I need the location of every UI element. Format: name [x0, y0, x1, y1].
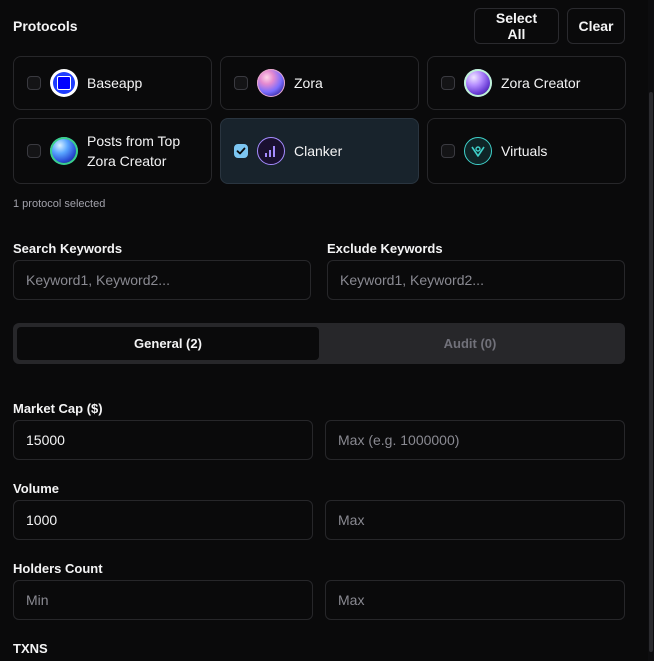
checkbox[interactable]	[27, 144, 41, 158]
protocol-card-zora[interactable]: Zora	[220, 56, 419, 110]
select-all-button[interactable]: Select All	[474, 8, 559, 44]
search-keywords-label: Search Keywords	[13, 241, 123, 256]
market-cap-label: Market Cap ($)	[13, 401, 103, 416]
protocol-label: Zora Creator	[501, 75, 581, 91]
protocol-label-line1: Posts from Top	[87, 133, 181, 149]
holders-count-label: Holders Count	[13, 561, 103, 576]
protocol-label: Clanker	[294, 143, 343, 159]
check-icon	[236, 147, 246, 155]
volume-min-input[interactable]	[13, 500, 313, 540]
exclude-keywords-input[interactable]	[327, 260, 625, 300]
protocols-title: Protocols	[13, 18, 78, 34]
protocol-label: Posts from Top Zora Creator	[87, 131, 180, 171]
header-actions: Select All Clear	[474, 8, 625, 44]
checkbox[interactable]	[27, 76, 41, 90]
posts-logo-icon	[50, 137, 78, 165]
checkbox[interactable]	[441, 144, 455, 158]
protocol-label-line2: Zora Creator	[87, 153, 167, 169]
clear-button[interactable]: Clear	[567, 8, 625, 44]
protocol-card-virtuals[interactable]: Virtuals	[427, 118, 626, 184]
checkbox[interactable]	[441, 76, 455, 90]
protocols-header: Protocols Select All Clear	[13, 8, 625, 44]
clanker-logo-icon	[257, 137, 285, 165]
protocol-label: Baseapp	[87, 75, 143, 91]
protocol-card-clanker[interactable]: Clanker	[220, 118, 419, 184]
protocol-grid: Baseapp Zora Zora Creator Posts from Top…	[13, 56, 626, 184]
protocol-card-zora-creator[interactable]: Zora Creator	[427, 56, 626, 110]
protocol-card-baseapp[interactable]: Baseapp	[13, 56, 212, 110]
volume-max-input[interactable]	[325, 500, 625, 540]
holders-min-input[interactable]	[13, 580, 313, 620]
selection-status: 1 protocol selected	[13, 198, 106, 210]
txns-label: TXNS	[13, 641, 48, 656]
protocol-card-posts-top-zora-creator[interactable]: Posts from Top Zora Creator	[13, 118, 212, 184]
holders-max-input[interactable]	[325, 580, 625, 620]
market-cap-min-input[interactable]	[13, 420, 313, 460]
zora-logo-icon	[257, 69, 285, 97]
tab-general[interactable]: General (2)	[17, 327, 319, 360]
protocol-label: Virtuals	[501, 143, 548, 159]
tab-audit[interactable]: Audit (0)	[319, 327, 621, 360]
market-cap-max-input[interactable]	[325, 420, 625, 460]
exclude-keywords-label: Exclude Keywords	[327, 241, 443, 256]
volume-label: Volume	[13, 481, 59, 496]
virtuals-logo-icon	[464, 137, 492, 165]
protocol-label: Zora	[294, 75, 323, 91]
scrollbar-thumb[interactable]	[649, 92, 653, 652]
checkbox-checked[interactable]	[234, 144, 248, 158]
checkbox[interactable]	[234, 76, 248, 90]
filter-tabs: General (2) Audit (0)	[13, 323, 625, 364]
baseapp-logo-icon	[50, 69, 78, 97]
zora-creator-logo-icon	[464, 69, 492, 97]
search-keywords-input[interactable]	[13, 260, 311, 300]
